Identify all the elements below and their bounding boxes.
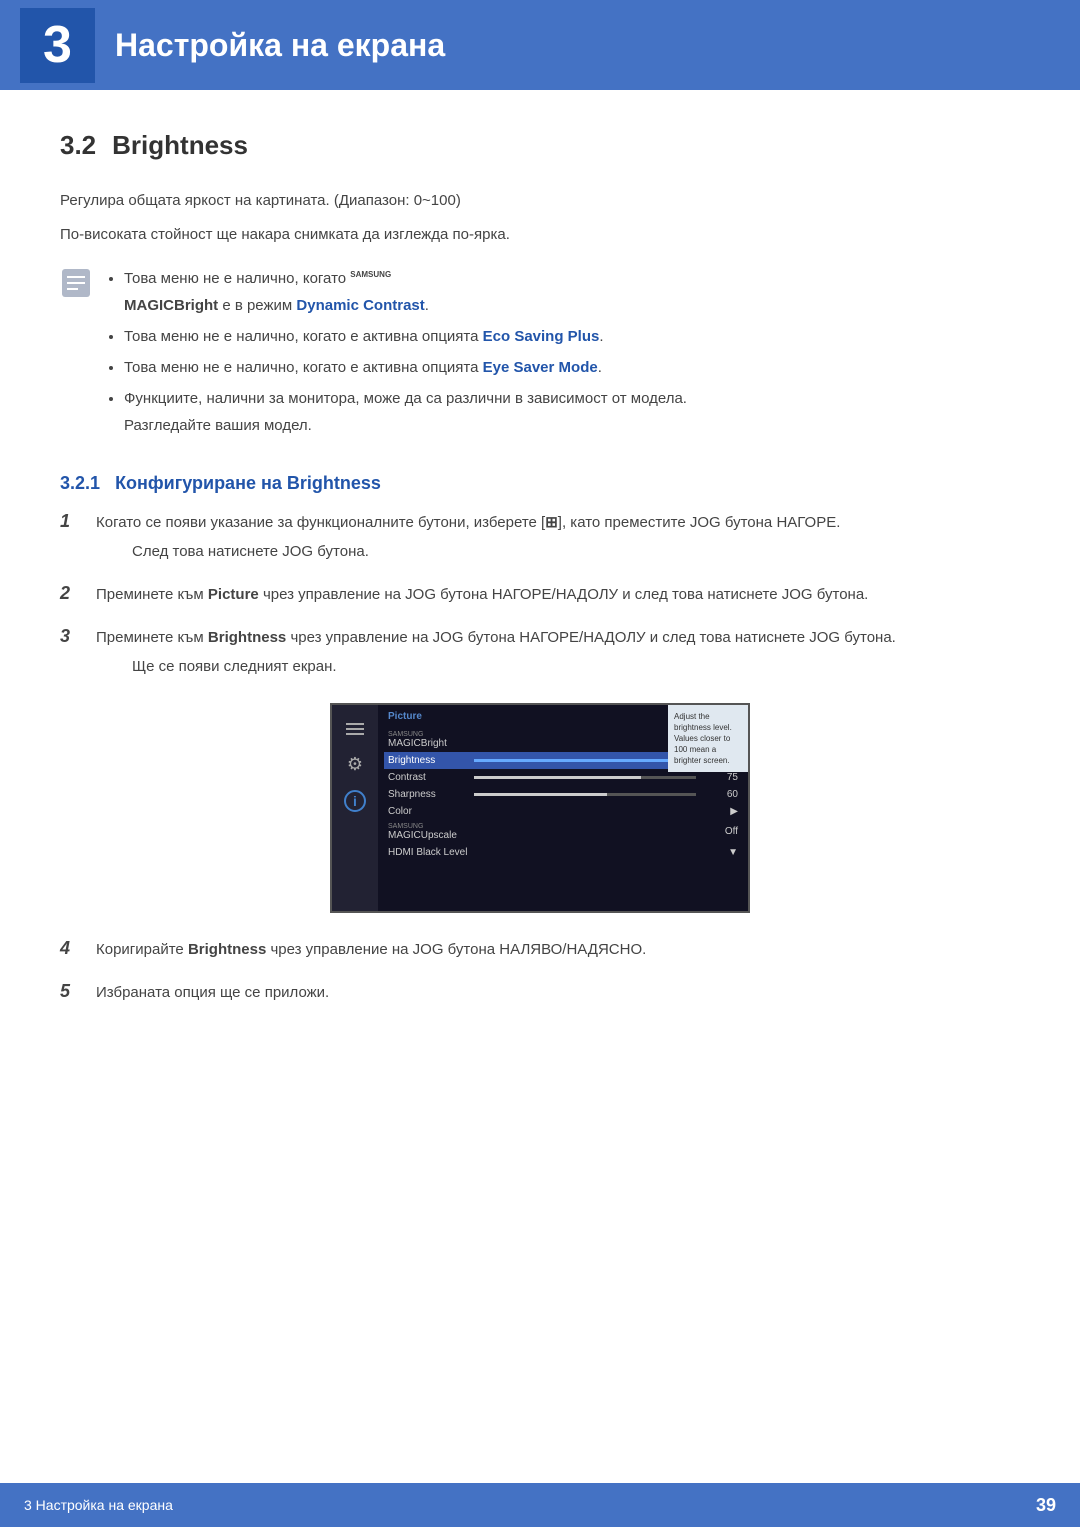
main-content: 3.2 Brightness Регулира общата яркост на… — [0, 90, 1080, 1104]
section-title: Brightness — [112, 130, 248, 161]
gear-icon: ⚙ — [347, 754, 363, 775]
step-1: 1 Когато се появи указание за функционал… — [60, 510, 1020, 564]
page-header: 3 Настройка на екрана — [0, 0, 1080, 90]
step-subtext-1: След това натиснете JOG бутона. — [132, 540, 840, 564]
step-num-1: 1 — [60, 511, 80, 532]
steps-list-2: 4 Коригирайте Brightness чрез управление… — [60, 937, 1020, 1006]
note-icon — [60, 267, 92, 299]
footer-chapter-label: 3 Настройка на екрана — [24, 1497, 173, 1513]
section-heading: 3.2 Brightness — [60, 130, 1020, 161]
step-4: 4 Коригирайте Brightness чрез управление… — [60, 937, 1020, 963]
note-item-3: Това меню не е налично, когато е активна… — [124, 354, 687, 381]
note-item-4: Функциите, налични за монитора, може да … — [124, 385, 687, 439]
subsection-heading: 3.2.1 Конфигуриране на Brightness — [60, 473, 1020, 494]
footer-page-number: 39 — [1036, 1495, 1056, 1516]
step-content-2: Преминете към Picture чрез управление на… — [96, 582, 1020, 608]
info-icon: i — [344, 790, 366, 812]
subsection-number: 3.2.1 — [60, 473, 100, 493]
step-content-1: Когато се появи указание за функционални… — [96, 510, 840, 564]
menu-item-magicupscale: SAMSUNG MAGICUpscale Off — [388, 820, 738, 844]
monitor-icon-info: i — [341, 787, 369, 815]
step-content-5: Избраната опция ще се приложи. — [96, 980, 1020, 1006]
notes-list: Това меню не е налично, когато SAMSUNGMA… — [106, 265, 687, 443]
menu-item-sharpness: Sharpness 60 — [388, 786, 738, 803]
subsection-title: Конфигуриране на Brightness — [115, 473, 381, 493]
step-3: 3 Преминете към Brightness чрез управлен… — [60, 625, 1020, 679]
page-footer: 3 Настройка на екрана 39 — [0, 1483, 1080, 1527]
monitor-icon-lines — [341, 715, 369, 743]
step-num-5: 5 — [60, 981, 80, 1002]
step-num-3: 3 — [60, 626, 80, 647]
step-5: 5 Избраната опция ще се приложи. — [60, 980, 1020, 1006]
notes-block: Това меню не е налично, когато SAMSUNGMA… — [60, 265, 1020, 443]
step-content-3: Преминете към Brightness чрез управление… — [96, 625, 896, 679]
step-num-2: 2 — [60, 583, 80, 604]
menu-item-hdmi-black: HDMI Black Level ▼ — [388, 844, 738, 861]
step-2: 2 Преминете към Picture чрез управление … — [60, 582, 1020, 608]
step-content-4: Коригирайте Brightness чрез управление н… — [96, 937, 1020, 963]
note-item-2: Това меню не е налично, когато е активна… — [124, 323, 687, 350]
step-num-4: 4 — [60, 938, 80, 959]
monitor-icon-settings: ⚙ — [341, 751, 369, 779]
menu-item-color: Color ▶ — [388, 803, 738, 820]
step-subtext-3: Ще се появи следният екран. — [132, 655, 896, 679]
section-number: 3.2 — [60, 130, 96, 161]
monitor-screenshot: ⚙ i Picture SAMSUNG MAGICBright Custom B… — [330, 703, 750, 913]
note-item-1: Това меню не е налично, когато SAMSUNGMA… — [124, 265, 687, 319]
monitor-sidebar: ⚙ i — [332, 705, 378, 911]
intro-line1: Регулира общата яркост на картината. (Ди… — [60, 189, 1020, 213]
chapter-title: Настройка на екрана — [115, 27, 445, 64]
steps-list: 1 Когато се появи указание за функционал… — [60, 510, 1020, 679]
monitor-tooltip: Adjust the brightness level. Values clos… — [668, 705, 748, 773]
chapter-number: 3 — [20, 8, 95, 83]
intro-line2: По-високата стойност ще накара снимката … — [60, 223, 1020, 247]
